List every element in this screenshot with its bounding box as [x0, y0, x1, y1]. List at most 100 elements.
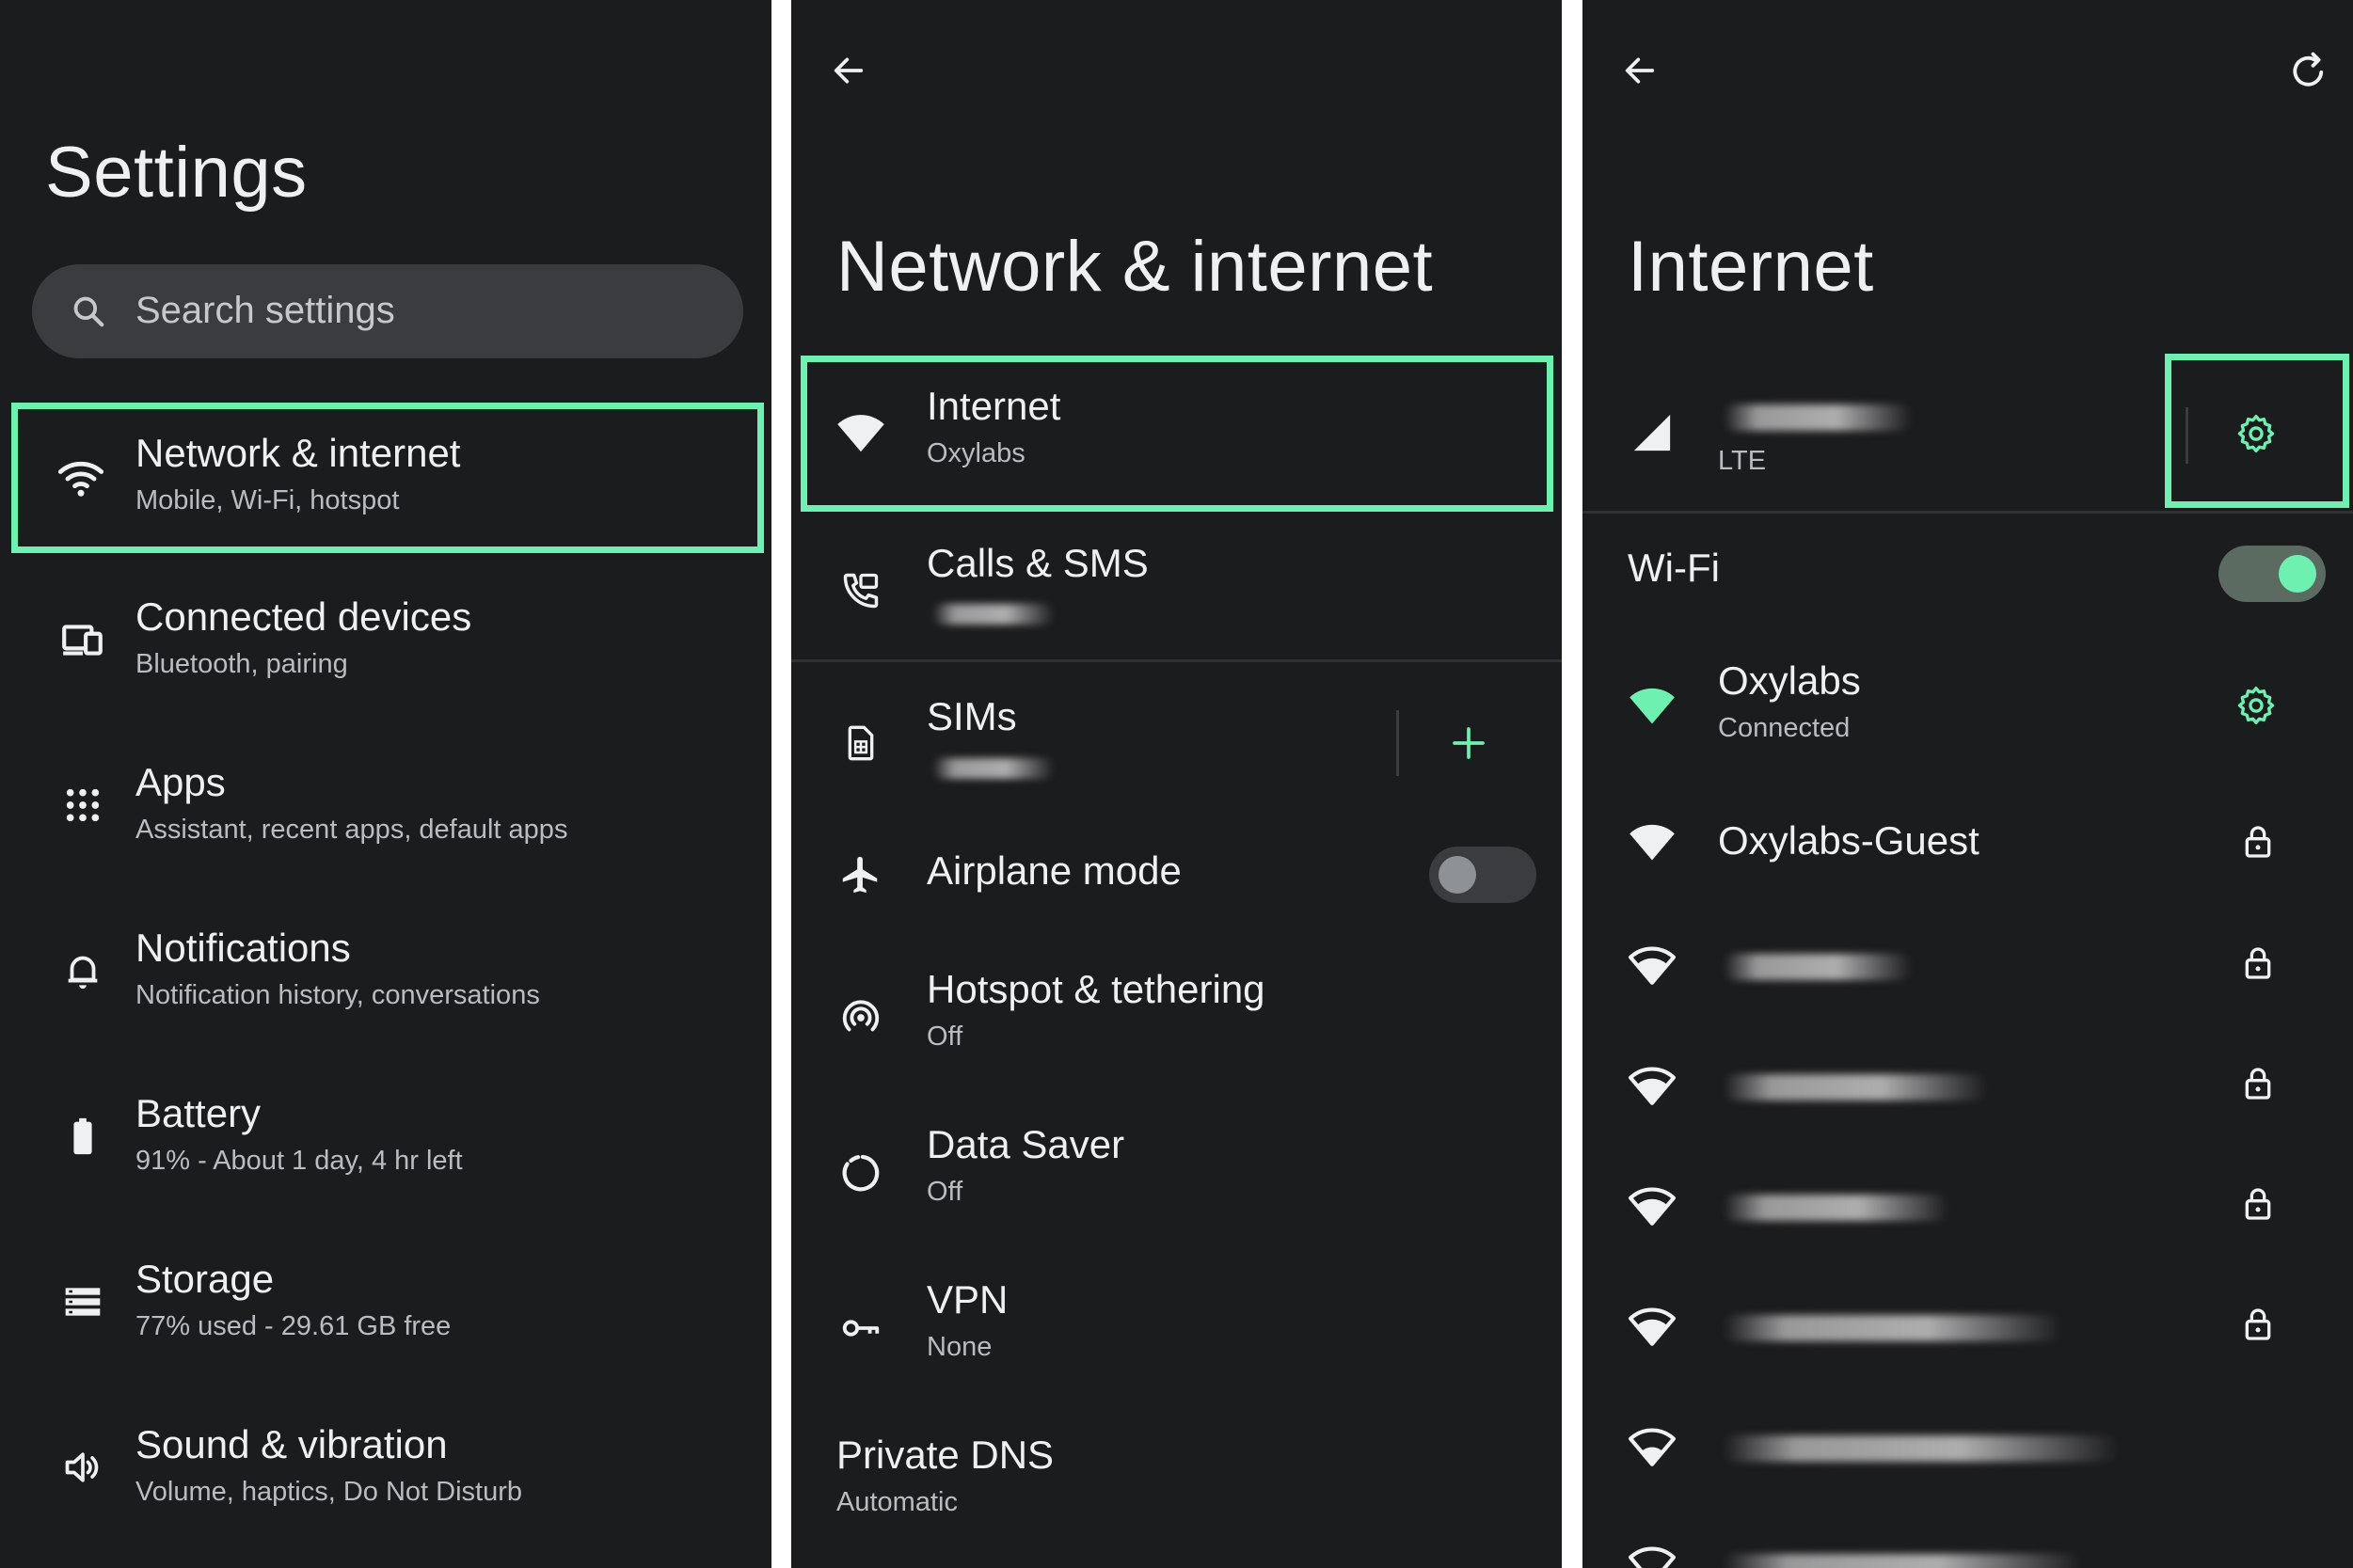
settings-item-apps[interactable]: Apps Assistant, recent apps, default app…	[0, 739, 771, 880]
back-arrow-icon[interactable]	[825, 47, 872, 94]
highlight-box	[11, 403, 764, 553]
highlight-box	[2165, 354, 2349, 508]
wifi-filled-icon	[1624, 814, 1680, 870]
item-subtitle: Off	[927, 1177, 963, 1207]
speaker-icon	[56, 1441, 109, 1494]
item-title: Apps	[135, 760, 226, 804]
redacted-value	[932, 758, 1055, 779]
network-item-sims[interactable]: SIMs	[791, 677, 1562, 809]
settings-item-connected-devices[interactable]: Connected devices Bluetooth, pairing	[0, 574, 771, 715]
item-subtitle: 77% used - 29.61 GB free	[135, 1311, 452, 1341]
apps-grid-icon	[56, 779, 109, 832]
storage-icon	[56, 1275, 109, 1328]
page-title: Internet	[1628, 227, 1874, 307]
item-title: Storage	[135, 1257, 275, 1301]
wifi-network-row[interactable]	[1582, 1042, 2353, 1127]
wifi-icon	[1624, 1418, 1680, 1475]
lock-icon	[2232, 1178, 2284, 1230]
item-title: Calls & SMS	[927, 541, 1149, 585]
page-title: Network & internet	[836, 227, 1434, 307]
airplane-toggle[interactable]	[1429, 847, 1536, 903]
add-sim-icon[interactable]	[1442, 717, 1495, 769]
phone-message-icon	[833, 562, 889, 619]
bell-icon	[56, 944, 109, 997]
wifi-label: Wi-Fi	[1628, 546, 1720, 590]
network-item-private-dns[interactable]: Private DNS Automatic	[791, 1416, 1562, 1557]
airplane-icon	[833, 847, 889, 903]
item-subtitle: LTE	[1718, 446, 1767, 476]
item-subtitle: Automatic	[836, 1487, 958, 1517]
search-icon	[70, 293, 107, 330]
internet-screen: Internet LTE Wi-Fi Oxylabs Connected Oxy…	[1582, 0, 2353, 1568]
battery-icon	[56, 1110, 109, 1163]
cell-signal-icon	[1624, 404, 1680, 461]
settings-item-storage[interactable]: Storage 77% used - 29.61 GB free	[0, 1236, 771, 1377]
wifi-toggle-row[interactable]: Wi-Fi	[1582, 527, 2353, 621]
lock-icon	[2232, 1057, 2284, 1110]
item-title: Airplane mode	[927, 848, 1182, 893]
lock-icon	[2232, 937, 2284, 990]
item-subtitle: Notification history, conversations	[135, 980, 540, 1010]
wifi-connected-icon	[1624, 677, 1680, 734]
network-name: Oxylabs	[1718, 658, 1861, 703]
redacted-value	[932, 604, 1055, 625]
divider	[1396, 710, 1399, 776]
item-title: Data Saver	[927, 1122, 1125, 1166]
item-title: Connected devices	[135, 594, 472, 639]
divider	[1582, 511, 2353, 514]
vpn-key-icon	[833, 1300, 889, 1356]
wifi-network-row[interactable]	[1582, 1163, 2353, 1247]
settings-screen: Settings Search settings Network & inter…	[0, 0, 771, 1568]
lock-icon	[2232, 816, 2284, 868]
refresh-icon[interactable]	[2284, 45, 2335, 96]
network-item-hotspot[interactable]: Hotspot & tethering Off	[791, 950, 1562, 1091]
item-title: Sound & vibration	[135, 1422, 448, 1466]
search-placeholder: Search settings	[135, 290, 395, 331]
toggle-knob	[1439, 856, 1476, 894]
toggle-knob	[2279, 555, 2316, 593]
page-title: Settings	[45, 133, 308, 213]
settings-item-sound[interactable]: Sound & vibration Volume, haptics, Do No…	[0, 1402, 771, 1543]
divider	[791, 659, 1562, 662]
network-item-airplane[interactable]: Airplane mode	[791, 818, 1562, 931]
item-title: Private DNS	[836, 1433, 1055, 1477]
data-saver-icon	[833, 1145, 889, 1201]
search-bar[interactable]: Search settings	[32, 264, 743, 358]
item-title: Notifications	[135, 926, 351, 970]
wifi-icon	[1624, 1537, 1680, 1568]
redacted-network-name	[1724, 1435, 2119, 1462]
highlight-box	[801, 356, 1553, 512]
network-item-data-saver[interactable]: Data Saver Off	[791, 1105, 1562, 1246]
back-arrow-icon[interactable]	[1616, 47, 1663, 94]
redacted-carrier	[1724, 404, 1912, 431]
wifi-network-row[interactable]: Oxylabs-Guest	[1582, 790, 2353, 894]
item-title: SIMs	[927, 694, 1017, 738]
settings-item-battery[interactable]: Battery 91% - About 1 day, 4 hr left	[0, 1070, 771, 1212]
network-item-vpn[interactable]: VPN None	[791, 1260, 1562, 1402]
wifi-network-row[interactable]	[1582, 1403, 2353, 1488]
item-subtitle: Volume, haptics, Do Not Disturb	[135, 1477, 523, 1507]
item-subtitle: Off	[927, 1022, 963, 1052]
redacted-network-name	[1724, 1554, 2081, 1568]
wifi-network-row[interactable]: Oxylabs Connected	[1582, 640, 2353, 771]
item-title: VPN	[927, 1277, 1009, 1322]
gear-icon[interactable]	[2230, 679, 2282, 732]
network-item-calls-sms[interactable]: Calls & SMS	[791, 527, 1562, 658]
item-title: Battery	[135, 1091, 262, 1135]
network-name: Oxylabs-Guest	[1718, 818, 1979, 863]
wifi-network-row[interactable]	[1582, 922, 2353, 1006]
item-subtitle: Bluetooth, pairing	[135, 649, 348, 679]
settings-item-notifications[interactable]: Notifications Notification history, conv…	[0, 905, 771, 1046]
wifi-network-row[interactable]	[1582, 1283, 2353, 1368]
item-subtitle: None	[927, 1332, 993, 1362]
item-title: Hotspot & tethering	[927, 967, 1265, 1011]
network-status: Connected	[1718, 713, 1851, 743]
redacted-network-name	[1724, 954, 1912, 980]
wifi-icon	[1624, 1057, 1680, 1114]
wifi-network-row[interactable]	[1582, 1524, 2353, 1568]
wifi-toggle[interactable]	[2218, 546, 2326, 602]
redacted-network-name	[1724, 1315, 2062, 1341]
devices-icon	[56, 613, 109, 666]
network-screen: Network & internet Internet Oxylabs Call…	[791, 0, 1562, 1568]
redacted-network-name	[1724, 1074, 1987, 1101]
